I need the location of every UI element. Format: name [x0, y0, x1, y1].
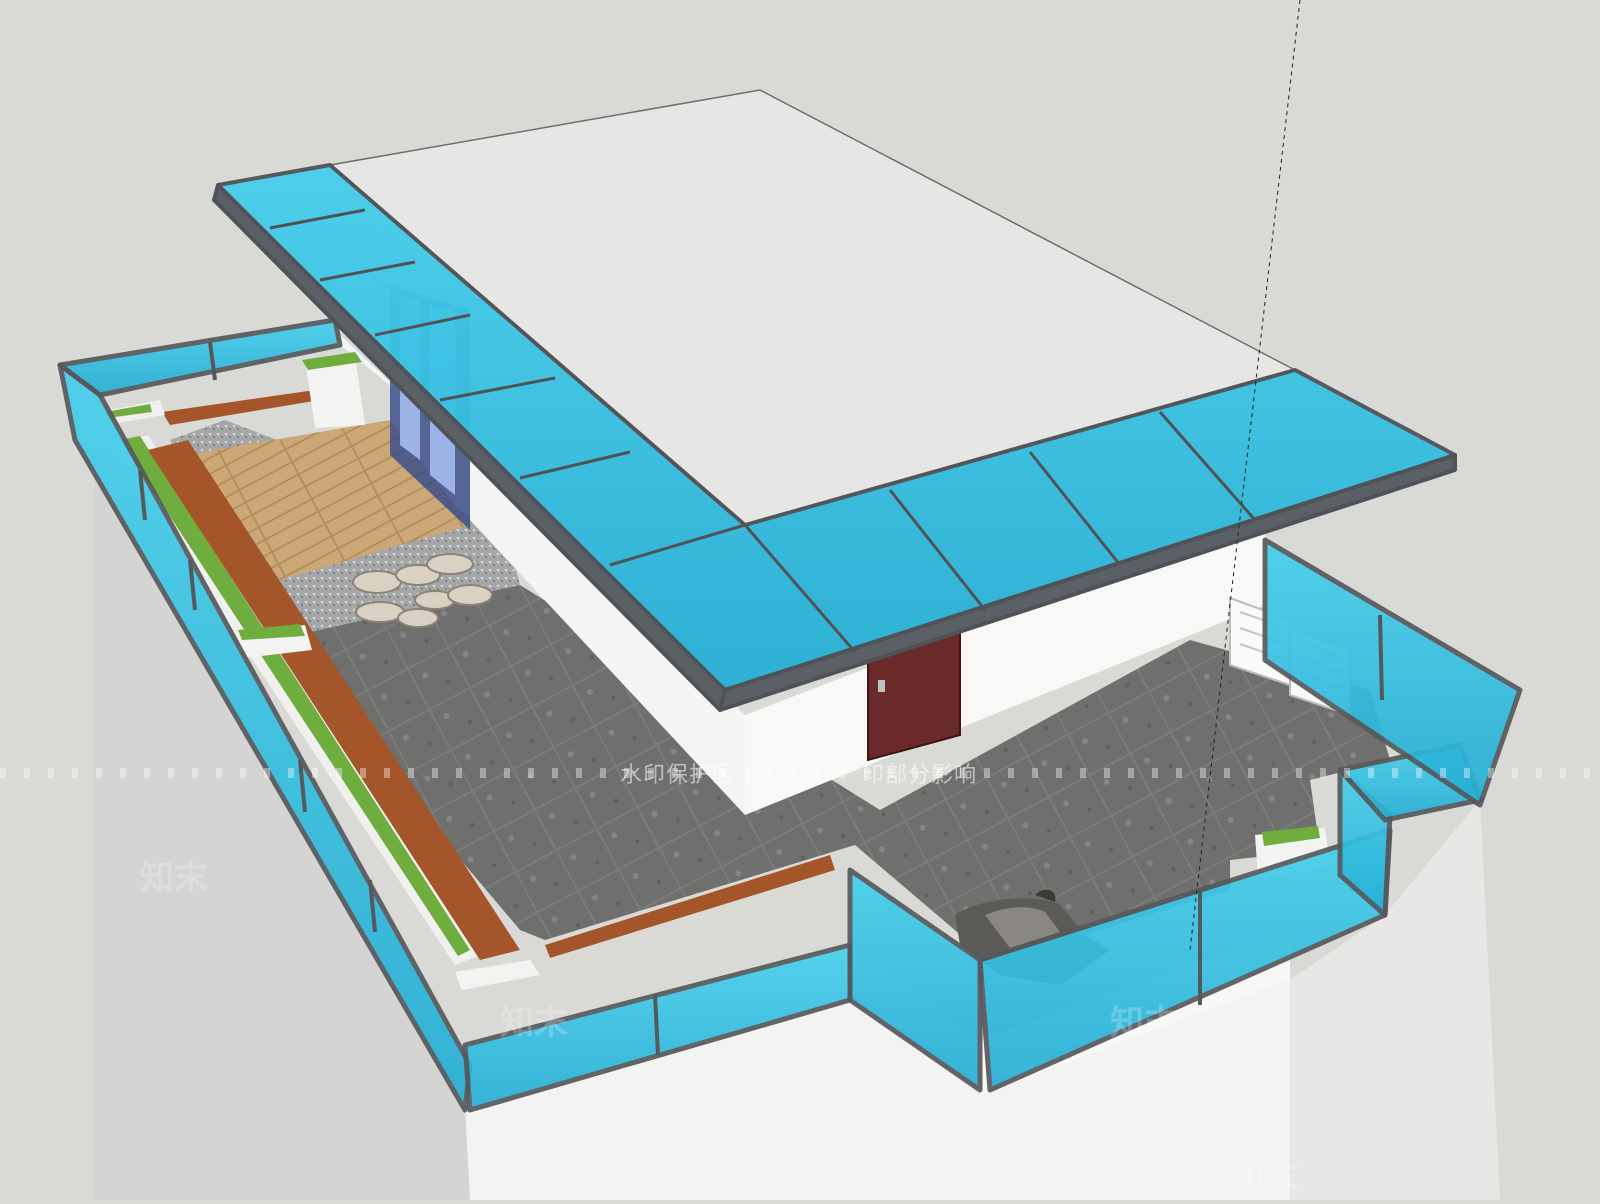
rooftop-model-drawing [57, 0, 1523, 1200]
sketchup-viewport[interactable]: 水印保护区 印部分影响 知末 知末 知末 知末 [0, 0, 1600, 1200]
